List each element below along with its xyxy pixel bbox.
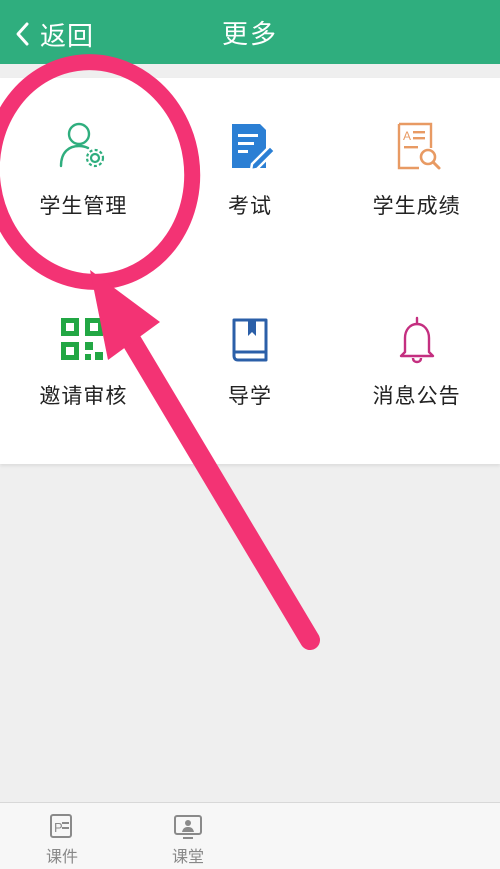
bottom-tab-bar: P 课件 课堂 (0, 802, 500, 869)
tile-label: 学生成绩 (372, 194, 461, 218)
tab-classroom[interactable]: 课堂 (148, 813, 228, 867)
book-icon (232, 318, 268, 362)
tile-label: 邀请审核 (39, 384, 128, 408)
tab-label: 课件 (45, 847, 78, 866)
feature-grid: 学生管理 考试 A 学生成绩 邀请审核 导学 消息公告 (0, 78, 500, 458)
bell-icon (399, 316, 434, 364)
exam-edit-icon (231, 124, 277, 172)
courseware-icon: P (50, 814, 72, 838)
page-title: 更多 (221, 20, 278, 50)
tile-label: 学生管理 (39, 194, 128, 218)
tile-student-grades[interactable]: A 学生成绩 (333, 78, 500, 268)
qr-code-icon (61, 318, 104, 360)
user-gear-icon (60, 122, 105, 168)
classroom-icon (174, 815, 202, 839)
tile-guided-learning[interactable]: 导学 (167, 268, 334, 458)
tile-label: 消息公告 (372, 384, 461, 408)
svg-text:A: A (403, 129, 411, 143)
svg-text:P: P (54, 820, 63, 835)
tile-label: 考试 (227, 194, 272, 218)
tab-label: 课堂 (171, 847, 204, 866)
tile-label: 导学 (227, 384, 272, 408)
top-nav-bar: 返回 更多 (0, 0, 500, 64)
feature-panel: 学生管理 考试 A 学生成绩 邀请审核 导学 消息公告 (0, 78, 500, 464)
tile-student-management[interactable]: 学生管理 (0, 78, 167, 268)
document-search-icon: A (397, 122, 441, 170)
tile-invite-review[interactable]: 邀请审核 (0, 268, 167, 458)
tab-courseware[interactable]: P 课件 (22, 813, 102, 867)
tile-announcements[interactable]: 消息公告 (333, 268, 500, 458)
tile-exam[interactable]: 考试 (167, 78, 334, 268)
